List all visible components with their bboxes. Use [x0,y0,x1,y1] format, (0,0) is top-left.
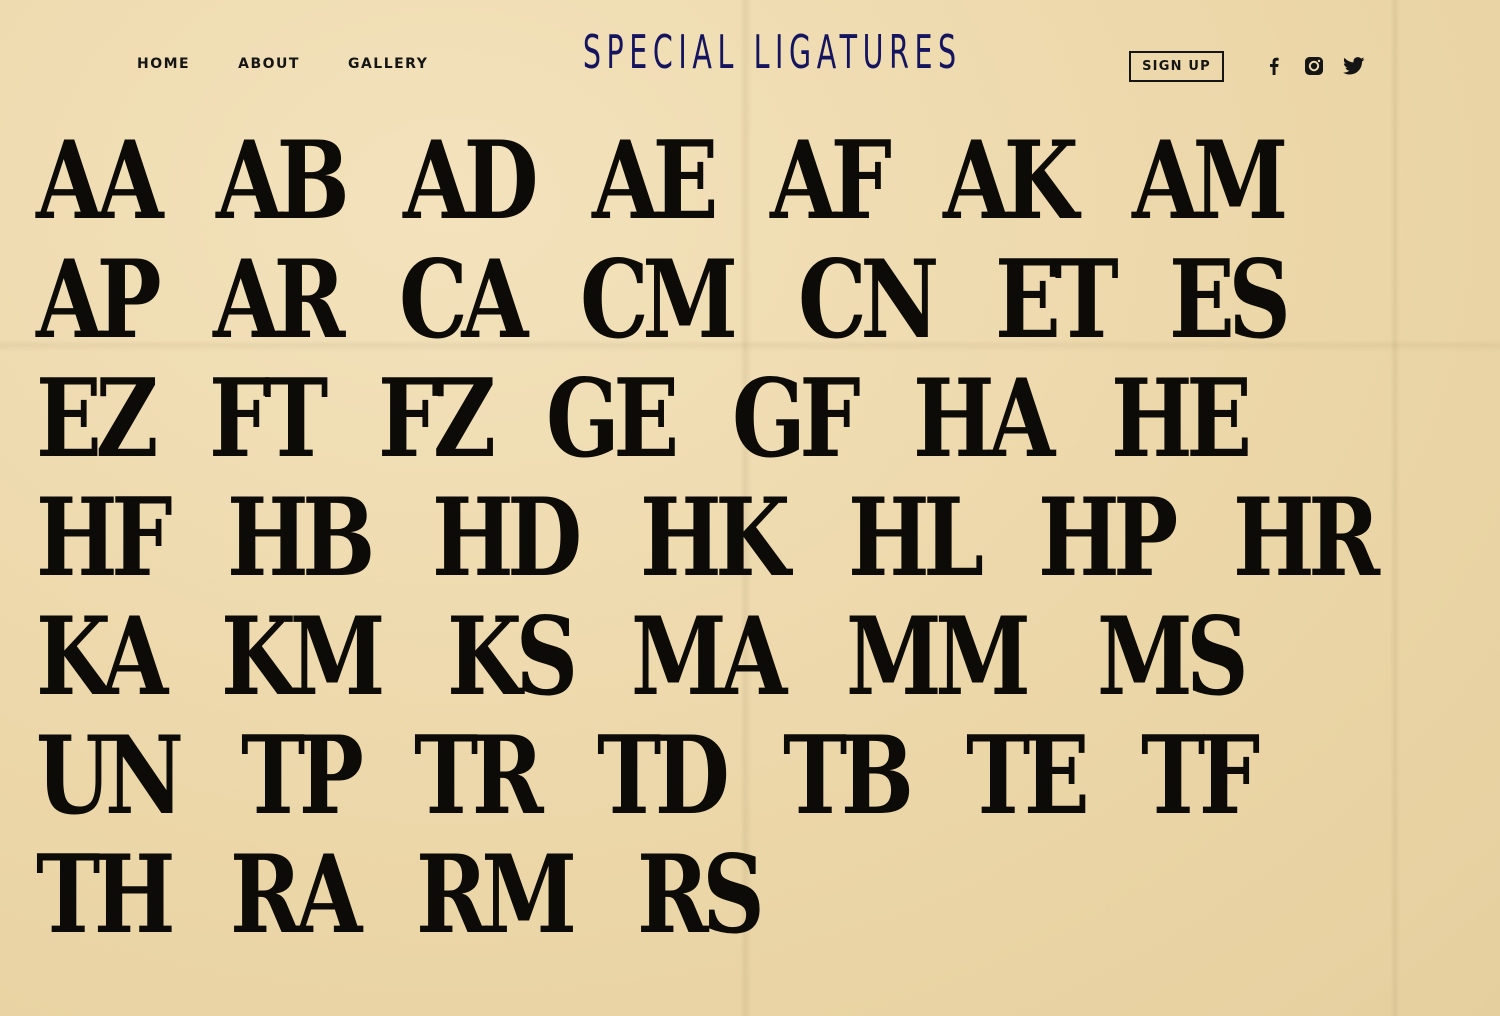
ligature-glyph: HD [432,475,582,601]
ligature-glyph: TR [414,713,544,839]
ligature-glyph: KA [36,594,168,720]
ligature-glyph: AA [36,118,164,244]
ligature-glyph: HA [913,356,1055,482]
ligature-glyph: MA [630,594,787,720]
social-links [1263,55,1365,77]
ligature-glyph: AM [1132,118,1288,244]
ligature-glyph: TF [1140,713,1260,839]
ligature-glyph: FZ [378,356,496,482]
ligature-glyph: RS [637,832,765,958]
ligature-glyph: HK [639,475,790,601]
ligature-glyph: FT [209,356,328,482]
ligature-glyph: GF [732,356,861,482]
ligature-glyph: AR [213,237,345,363]
site-title[interactable]: SPECIAL LIGATURES [583,24,956,80]
twitter-icon[interactable] [1343,55,1365,77]
ligature-glyph: GE [545,356,679,482]
ligature-glyph: CM [580,237,738,363]
ligature-grid: AA AB AD AE AF AK AM AP AR CA CM CN ET ES EZ FT FZ GE GF HA… [36,122,1476,955]
nav-gallery-link[interactable]: GALLERY [348,56,428,72]
ligature-glyph: TE [966,713,1090,839]
instagram-icon[interactable] [1303,55,1325,77]
ligature-glyph: AP [36,237,162,363]
ligature-glyph: AE [592,118,719,244]
nav-home-link[interactable]: HOME [137,56,190,72]
ligature-glyph: AD [402,118,539,244]
ligature-glyph: MS [1097,594,1249,720]
sign-up-button[interactable]: SIGN UP [1129,51,1224,82]
ligature-glyph: MM [845,594,1031,720]
nav-about-link[interactable]: ABOUT [238,56,300,72]
facebook-icon[interactable] [1263,55,1285,77]
ligature-glyph: ET [994,237,1119,363]
ligature-glyph: HL [847,475,984,601]
ligature-glyph: CA [398,237,528,363]
ligature-glyph: HB [226,475,375,601]
ligature-glyph: TH [36,832,176,958]
ligature-glyph: TD [596,713,730,839]
ligature-glyph: UN [36,713,184,839]
main-nav: HOME ABOUT GALLERY [137,56,428,72]
ligature-glyph: ES [1169,237,1291,363]
ligature-glyph: RM [415,832,577,958]
ligature-glyph: RA [230,832,362,958]
ligature-glyph: HR [1232,475,1380,601]
ligature-glyph: KS [446,594,578,720]
ligature-glyph: HE [1111,356,1252,482]
ligature-glyph: EZ [36,356,159,482]
ligature-glyph: KM [221,594,385,720]
ligature-glyph: AF [770,118,892,244]
ligature-glyph: TP [240,713,364,839]
ligature-glyph: TB [782,713,914,839]
ligature-glyph: HF [36,475,173,601]
ligature-glyph: AK [942,118,1079,244]
ligature-glyph: AB [215,118,350,244]
ligature-glyph: HP [1037,475,1178,601]
ligature-glyph: CN [797,237,939,363]
